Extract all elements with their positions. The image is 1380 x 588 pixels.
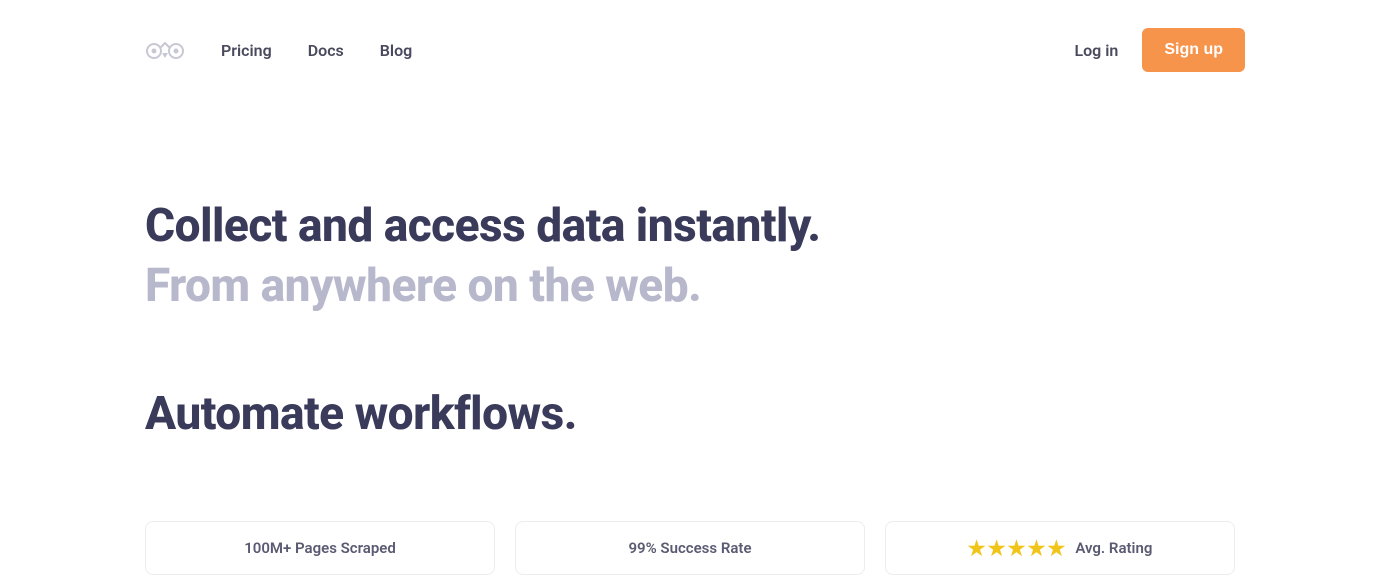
nav-link-pricing[interactable]: Pricing bbox=[221, 41, 272, 60]
stats-row: 100M+ Pages Scraped 99% Success Rate ★ ★… bbox=[0, 521, 1380, 575]
stat-card-success: 99% Success Rate bbox=[515, 521, 865, 575]
logo[interactable] bbox=[145, 39, 185, 61]
stat-label: 100M+ Pages Scraped bbox=[244, 539, 396, 557]
star-icon: ★ bbox=[1008, 538, 1026, 558]
owl-logo-icon bbox=[145, 39, 185, 61]
hero-line-2: From anywhere on the web. bbox=[145, 259, 701, 313]
nav-links: Pricing Docs Blog bbox=[221, 41, 412, 60]
stat-card-pages: 100M+ Pages Scraped bbox=[145, 521, 495, 575]
login-link[interactable]: Log in bbox=[1074, 41, 1118, 60]
header-left: Pricing Docs Blog bbox=[145, 39, 412, 61]
signup-button[interactable]: Sign up bbox=[1142, 28, 1245, 72]
hero-line-1: Collect and access data instantly. bbox=[145, 199, 821, 253]
stat-label: 99% Success Rate bbox=[628, 539, 751, 557]
header-right: Log in Sign up bbox=[1074, 28, 1245, 72]
star-icon: ★ bbox=[1047, 538, 1065, 558]
hero-title: Collect and access data instantly. From … bbox=[145, 197, 1235, 317]
hero-subtitle: Automate workflows. bbox=[145, 387, 1235, 441]
star-icon: ★ bbox=[968, 538, 986, 558]
rating-stars: ★ ★ ★ ★ ★ bbox=[968, 538, 1066, 558]
hero-section: Collect and access data instantly. From … bbox=[0, 72, 1380, 441]
nav-link-blog[interactable]: Blog bbox=[380, 41, 412, 60]
header: Pricing Docs Blog Log in Sign up bbox=[0, 0, 1380, 72]
star-icon: ★ bbox=[1027, 538, 1045, 558]
stat-label: Avg. Rating bbox=[1075, 539, 1152, 557]
stat-card-rating: ★ ★ ★ ★ ★ Avg. Rating bbox=[885, 521, 1235, 575]
nav-link-docs[interactable]: Docs bbox=[308, 41, 344, 60]
star-icon: ★ bbox=[988, 538, 1006, 558]
